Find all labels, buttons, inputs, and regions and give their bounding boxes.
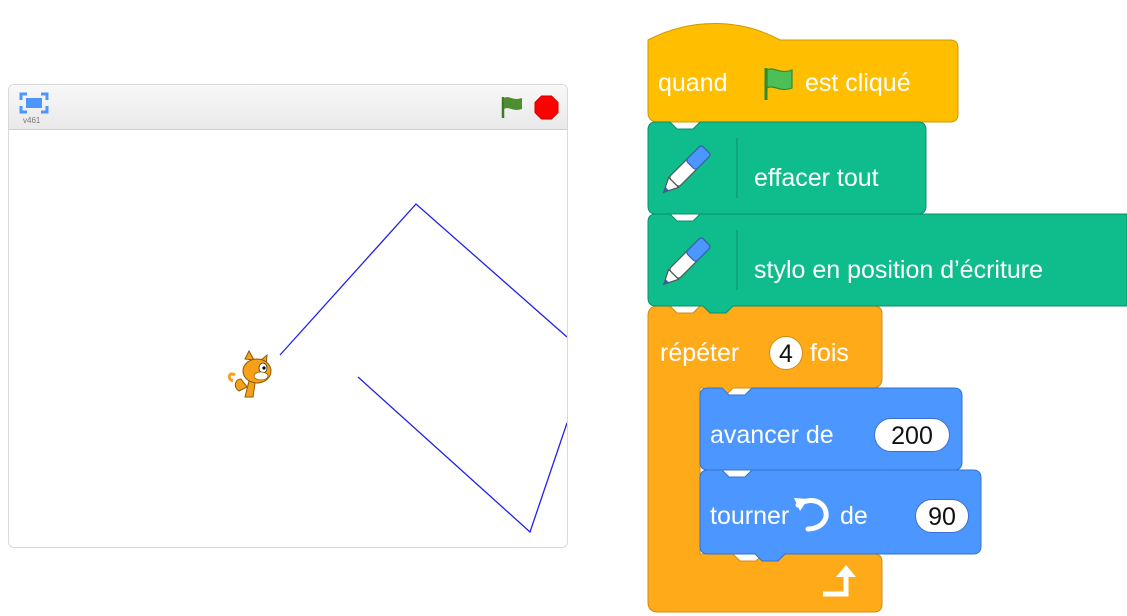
move-steps-input[interactable]: 200 (874, 418, 950, 452)
pen-down-label: stylo en position d’écriture (754, 256, 1044, 284)
event-suffix-label: est cliqué (805, 69, 911, 97)
turn-prefix-label: tourner (710, 502, 790, 530)
turn-suffix-label: de (840, 502, 868, 530)
repeat-count-input[interactable]: 4 (769, 336, 803, 370)
event-prefix-label: quand (658, 69, 728, 97)
repeat-suffix-label: fois (810, 339, 849, 367)
repeat-prefix-label: répéter (660, 339, 740, 367)
pen-clear-label: effacer tout (754, 164, 879, 192)
move-label: avancer de (710, 421, 834, 449)
turn-degrees-input[interactable]: 90 (915, 499, 969, 533)
